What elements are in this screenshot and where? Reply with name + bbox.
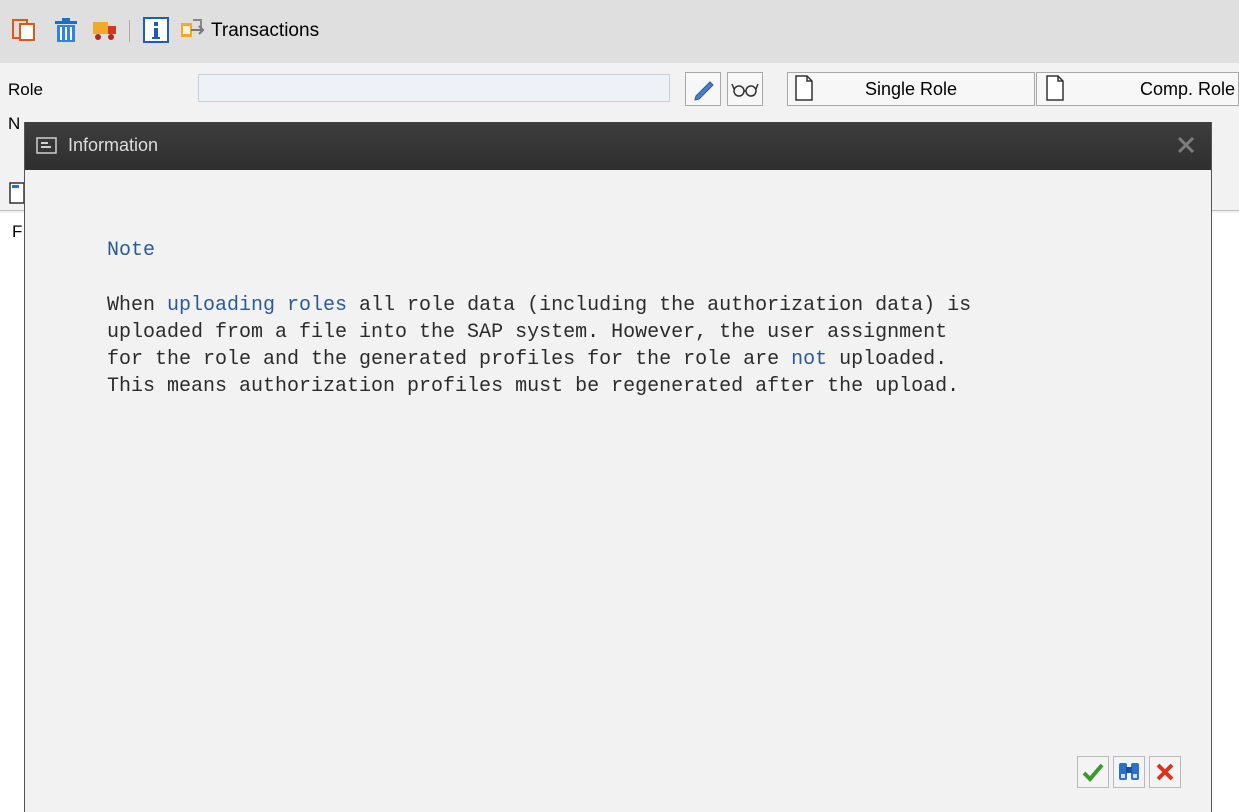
background-panel	[0, 246, 24, 807]
not-link[interactable]: not	[791, 348, 827, 371]
cancel-button[interactable]	[1149, 756, 1181, 788]
grid-header-partial: F	[12, 222, 23, 241]
cancel-icon	[1156, 763, 1174, 781]
pencil-icon	[694, 81, 714, 101]
info-text: When uploading roles all role data (incl…	[107, 292, 971, 400]
confirm-button[interactable]	[1077, 756, 1109, 788]
find-button[interactable]	[1113, 756, 1145, 788]
single-role-button[interactable]: Single Role	[787, 72, 1035, 106]
comp-role-label: Comp. Role	[1139, 79, 1235, 99]
info-text-segment: When	[107, 294, 168, 317]
document-icon	[1046, 75, 1064, 101]
information-dialog: Information Note When uploading roles al…	[24, 122, 1212, 812]
name-label-partial: N	[8, 114, 21, 133]
display-button[interactable]	[727, 72, 763, 106]
delete-icon[interactable]	[52, 16, 80, 44]
info-text-line: This means authorization profiles must b…	[107, 375, 960, 398]
document-icon	[9, 182, 25, 204]
info-text-segment: all role data (including the authorizati…	[347, 294, 972, 317]
info-text-segment: uploaded.	[827, 348, 948, 371]
transactions-icon[interactable]	[179, 16, 207, 44]
application-toolbar: Transactions	[0, 0, 1239, 63]
toolbar-separator	[129, 20, 130, 42]
role-input[interactable]	[198, 74, 670, 102]
dialog-titlebar[interactable]: Information	[25, 122, 1211, 170]
transactions-label[interactable]: Transactions	[211, 20, 319, 42]
info-text-segment: for the role and the generated profiles …	[107, 348, 792, 371]
binoculars-icon	[1119, 763, 1139, 780]
copy-icon[interactable]	[10, 16, 38, 44]
uploading-roles-link[interactable]: uploading roles	[167, 294, 347, 317]
info-icon[interactable]	[142, 16, 170, 44]
document-icon	[795, 75, 813, 101]
role-label: Role	[8, 80, 43, 99]
change-button[interactable]	[685, 72, 721, 106]
close-icon[interactable]	[1175, 134, 1197, 156]
single-role-label: Single Role	[864, 79, 958, 99]
transport-icon[interactable]	[91, 16, 119, 44]
comp-role-button[interactable]: Comp. Role	[1036, 72, 1239, 106]
dialog-icon	[36, 137, 57, 154]
dialog-title: Information	[68, 135, 159, 155]
info-text-line: uploaded from a file into the SAP system…	[107, 321, 948, 344]
glasses-icon	[731, 83, 759, 97]
checkmark-icon	[1082, 763, 1104, 782]
note-heading: Note	[107, 239, 156, 262]
